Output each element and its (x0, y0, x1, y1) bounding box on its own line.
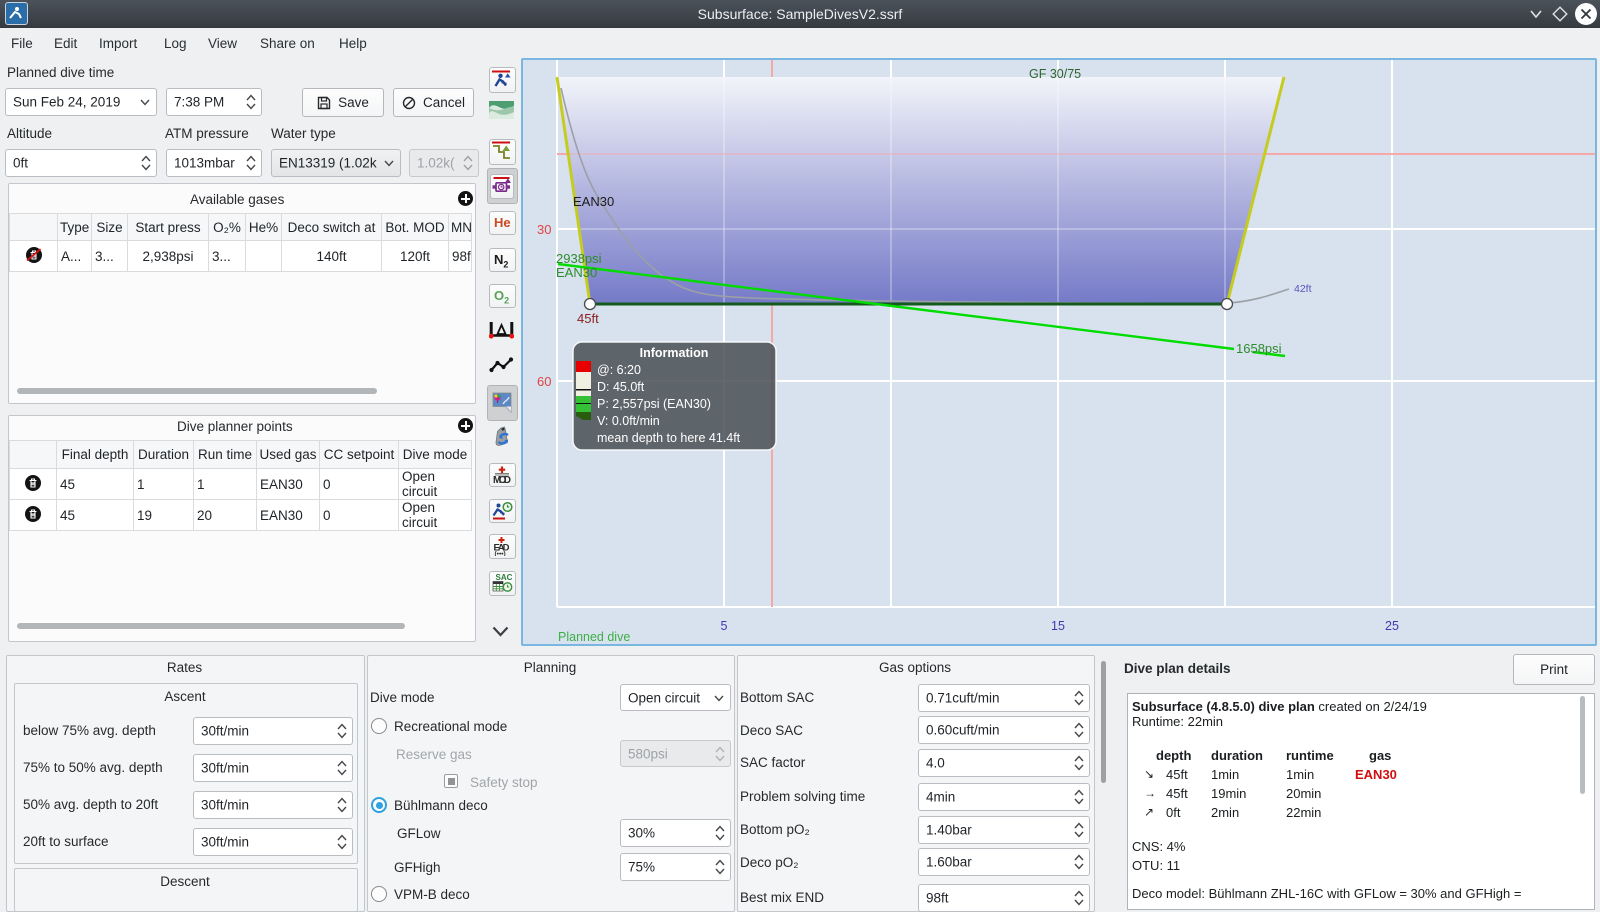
svg-text:2938psi: 2938psi (556, 251, 602, 266)
svg-text:5: 5 (721, 619, 728, 633)
svg-text:D: 45.0ft: D: 45.0ft (597, 380, 645, 394)
svg-text:EAN30: EAN30 (573, 194, 614, 209)
svg-text:MOD: MOD (493, 475, 511, 484)
svg-text:60: 60 (537, 374, 551, 389)
svg-text:1658psi: 1658psi (1236, 341, 1282, 356)
svg-text:V: 0.0ft/min: V: 0.0ft/min (597, 414, 660, 428)
svg-text:EAN30: EAN30 (556, 265, 597, 280)
svg-text:mean depth to here 41.4ft: mean depth to here 41.4ft (597, 431, 741, 445)
svg-text:Information: Information (640, 346, 709, 360)
svg-text:25: 25 (1385, 619, 1399, 633)
svg-text:GF 30/75: GF 30/75 (1029, 67, 1081, 81)
svg-text:SAC: SAC (496, 573, 513, 582)
svg-text:45ft: 45ft (577, 311, 599, 326)
svg-text:@: 6:20: @: 6:20 (597, 363, 641, 377)
svg-text:(•••): (•••) (495, 551, 506, 557)
svg-text:30: 30 (537, 222, 551, 237)
svg-text:15: 15 (1051, 619, 1065, 633)
svg-text:P: 2,557psi (EAN30): P: 2,557psi (EAN30) (597, 397, 711, 411)
svg-text:Planned dive: Planned dive (558, 630, 630, 644)
svg-text:42ft: 42ft (1294, 283, 1312, 295)
